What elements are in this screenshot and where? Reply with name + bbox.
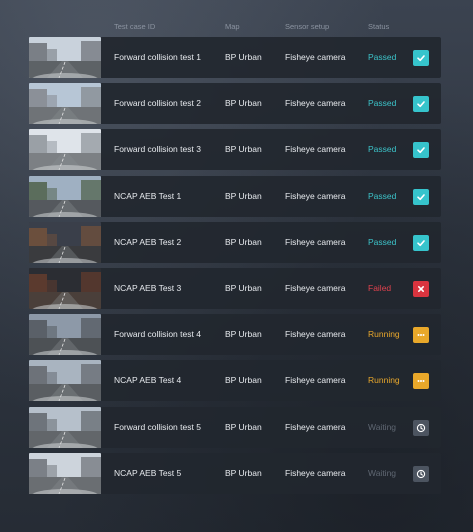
camera-thumbnail xyxy=(29,452,101,494)
check-icon xyxy=(416,99,426,109)
table-row[interactable]: Forward collision test 4 BP Urban Fishey… xyxy=(29,314,441,356)
status-badge[interactable] xyxy=(413,234,429,251)
table-row[interactable]: NCAP AEB Test 3 BP Urban Fisheye camera … xyxy=(29,267,441,309)
table-row[interactable]: NCAP AEB Test 1 BP Urban Fisheye camera … xyxy=(29,175,441,217)
camera-thumbnail xyxy=(29,83,101,125)
sensor-setup: Fisheye camera xyxy=(285,329,346,340)
clock-icon xyxy=(416,423,426,433)
sensor-setup: Fisheye camera xyxy=(285,421,346,432)
test-case-name: NCAP AEB Test 4 xyxy=(114,375,182,386)
test-case-name: NCAP AEB Test 1 xyxy=(114,190,182,201)
header-test-case-id: Test case ID xyxy=(114,22,156,31)
status-text: Running xyxy=(368,329,400,340)
test-case-name: Forward collision test 1 xyxy=(114,52,201,62)
status-badge[interactable] xyxy=(413,280,429,297)
map-name: BP Urban xyxy=(225,282,262,293)
table-row[interactable]: Forward collision test 2 BP Urban Fishey… xyxy=(29,83,441,125)
test-case-name: NCAP AEB Test 3 xyxy=(114,282,182,293)
map-name: BP Urban xyxy=(225,190,262,201)
map-name: BP Urban xyxy=(225,144,262,155)
check-icon xyxy=(416,53,426,63)
camera-thumbnail xyxy=(29,221,101,263)
more-icon xyxy=(416,330,426,340)
status-badge[interactable] xyxy=(413,96,429,113)
map-name: BP Urban xyxy=(225,98,262,109)
status-badge[interactable] xyxy=(413,327,429,344)
sensor-setup: Fisheye camera xyxy=(285,236,346,247)
header-sensor-setup: Sensor setup xyxy=(285,22,330,31)
status-text: Waiting xyxy=(368,421,397,432)
status-text: Passed xyxy=(368,144,397,155)
test-case-name: NCAP AEB Test 2 xyxy=(114,236,182,247)
status-badge[interactable] xyxy=(413,188,429,205)
check-icon xyxy=(416,238,426,248)
camera-thumbnail xyxy=(29,267,101,309)
test-case-name: Forward collision test 2 xyxy=(114,98,201,109)
table-row[interactable]: NCAP AEB Test 4 BP Urban Fisheye camera … xyxy=(29,360,441,402)
close-icon xyxy=(416,284,426,294)
test-case-name: NCAP AEB Test 5 xyxy=(114,467,182,478)
sensor-setup: Fisheye camera xyxy=(285,467,346,478)
check-icon xyxy=(416,192,426,202)
clock-icon xyxy=(416,469,426,479)
map-name: BP Urban xyxy=(225,52,262,62)
status-text: Passed xyxy=(368,236,397,247)
status-text: Passed xyxy=(368,98,397,109)
camera-thumbnail xyxy=(29,406,101,448)
status-text: Passed xyxy=(368,52,397,62)
status-badge[interactable] xyxy=(413,465,429,482)
map-name: BP Urban xyxy=(225,467,262,478)
sensor-setup: Fisheye camera xyxy=(285,190,346,201)
map-name: BP Urban xyxy=(225,421,262,432)
sensor-setup: Fisheye camera xyxy=(285,282,346,293)
check-icon xyxy=(416,145,426,155)
status-badge[interactable] xyxy=(413,142,429,159)
map-name: BP Urban xyxy=(225,236,262,247)
sensor-setup: Fisheye camera xyxy=(285,98,346,109)
status-text: Failed xyxy=(368,282,392,293)
status-text: Passed xyxy=(368,190,397,201)
status-badge[interactable] xyxy=(413,50,429,66)
status-text: Waiting xyxy=(368,467,397,478)
table-row[interactable]: NCAP AEB Test 2 BP Urban Fisheye camera … xyxy=(29,221,441,263)
header-status: Status xyxy=(368,22,390,31)
test-case-list: Forward collision test 1 BP Urban Fishey… xyxy=(29,37,441,499)
table-row[interactable]: NCAP AEB Test 5 BP Urban Fisheye camera … xyxy=(29,452,441,494)
test-case-name: Forward collision test 5 xyxy=(114,421,201,432)
camera-thumbnail xyxy=(29,314,101,356)
table-row[interactable]: Forward collision test 5 BP Urban Fishey… xyxy=(29,406,441,448)
camera-thumbnail xyxy=(29,129,101,171)
status-text: Running xyxy=(368,375,400,386)
camera-thumbnail xyxy=(29,175,101,217)
sensor-setup: Fisheye camera xyxy=(285,144,346,155)
status-badge[interactable] xyxy=(413,373,429,390)
camera-thumbnail xyxy=(29,37,101,78)
table-row[interactable]: Forward collision test 3 BP Urban Fishey… xyxy=(29,129,441,171)
test-case-name: Forward collision test 3 xyxy=(114,144,201,155)
sensor-setup: Fisheye camera xyxy=(285,375,346,386)
table-header: Test case ID Map Sensor setup Status xyxy=(0,22,473,36)
map-name: BP Urban xyxy=(225,375,262,386)
status-badge[interactable] xyxy=(413,419,429,436)
camera-thumbnail xyxy=(29,360,101,402)
test-case-name: Forward collision test 4 xyxy=(114,329,201,340)
sensor-setup: Fisheye camera xyxy=(285,52,346,62)
map-name: BP Urban xyxy=(225,329,262,340)
table-row[interactable]: Forward collision test 1 BP Urban Fishey… xyxy=(29,37,441,78)
more-icon xyxy=(416,376,426,386)
header-map: Map xyxy=(225,22,240,31)
